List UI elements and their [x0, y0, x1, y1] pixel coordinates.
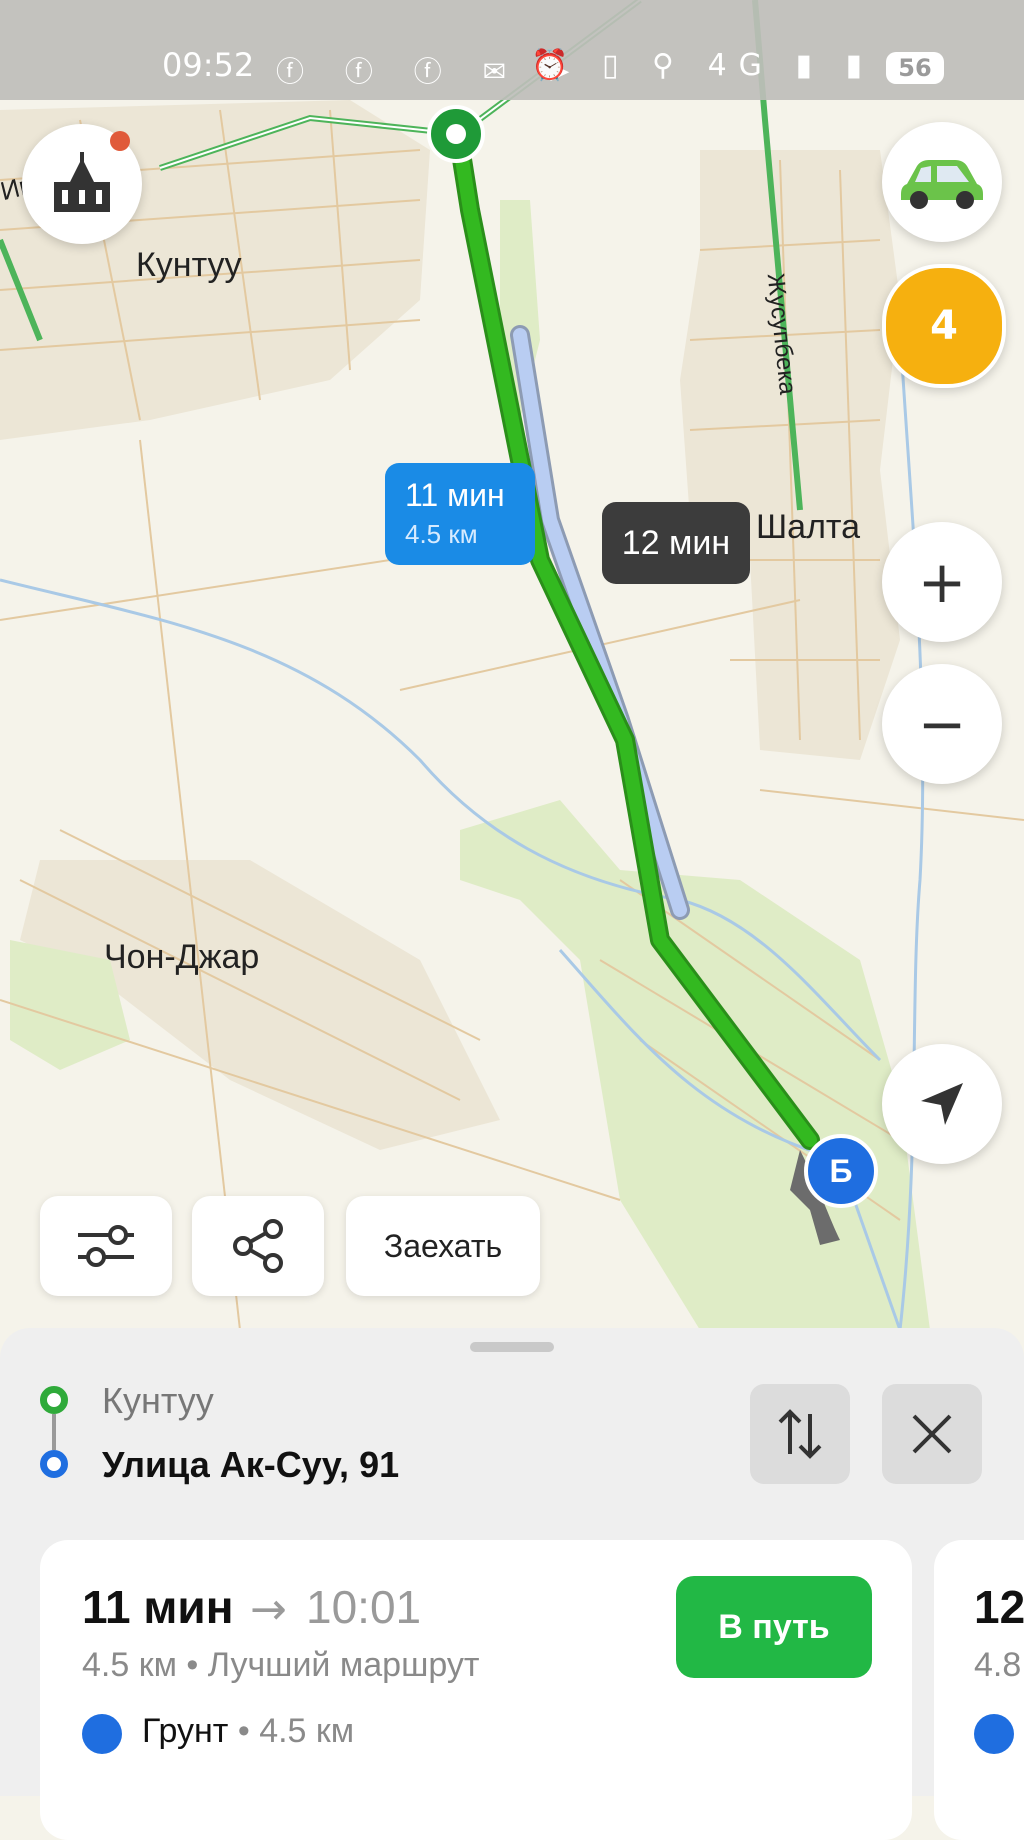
drive-through-button[interactable]: Заехать [346, 1196, 540, 1296]
traffic-score-badge[interactable]: 4 [882, 264, 1006, 388]
status-bar: 09:52 ⓕ ⓕ ⓕ ✉ ➤ ⏰ ▯ ⚲ 4G ▮ ▮ 56 [0, 0, 1024, 100]
primary-route-distance: 4.5 км [405, 519, 478, 549]
map-view[interactable] [0, 0, 1024, 1330]
arrival-time: 10:01 [306, 1581, 422, 1633]
start-navigation-button[interactable]: В путь [676, 1576, 872, 1678]
minus-icon: − [917, 690, 967, 758]
car-icon [901, 160, 983, 209]
place-label-chon-djar: Чон-Джар [104, 938, 260, 976]
plus-icon: + [917, 548, 967, 616]
route-card-alternative[interactable]: 12 4.8 [934, 1540, 1024, 1840]
status-time: 09:52 [162, 46, 255, 84]
drive-through-label: Заехать [383, 1227, 503, 1264]
transport-mode-button[interactable] [882, 122, 1002, 242]
my-location-button[interactable] [882, 1044, 1002, 1164]
navigation-arrow-icon [921, 1083, 963, 1125]
close-icon [912, 1414, 952, 1454]
route-settings-button[interactable] [40, 1196, 172, 1296]
destination-field[interactable]: Улица Ак-Суу, 91 [102, 1444, 399, 1486]
road-type-info: Грунт • 4.5 км [142, 1712, 354, 1751]
origin-dot-icon [40, 1386, 68, 1414]
origin-field[interactable]: Кунтуу [102, 1380, 214, 1422]
route-duration: 11 мин [82, 1581, 234, 1633]
sheet-drag-handle[interactable] [470, 1342, 554, 1352]
zoom-out-button[interactable]: − [882, 664, 1002, 784]
place-label-shalta: Шалта [756, 508, 861, 546]
arrow-right-icon: → [250, 1584, 287, 1635]
alt-road-type-icon [974, 1714, 1014, 1754]
road-type-distance: • 4.5 км [237, 1712, 355, 1750]
route-summary: 4.5 км • Лучший маршрут [82, 1646, 480, 1684]
share-route-button[interactable] [192, 1196, 324, 1296]
alt-route-bubble[interactable]: 12 мин [602, 502, 750, 584]
zoom-in-button[interactable]: + [882, 522, 1002, 642]
sliders-icon [78, 1225, 134, 1267]
swap-arrows-icon [778, 1409, 822, 1459]
route-connector [52, 1414, 56, 1450]
road-type-icon [82, 1714, 122, 1754]
building-icon [54, 152, 110, 212]
share-icon [233, 1219, 283, 1273]
route-card-primary[interactable]: 11 мин → 10:01 4.5 км • Лучший маршрут Г… [40, 1540, 912, 1840]
primary-route-bubble[interactable]: 11 мин 4.5 км [385, 463, 535, 565]
notification-dot [110, 131, 130, 151]
alt-route-duration: 12 [974, 1581, 1024, 1633]
route-bottom-sheet: Кунтуу Улица Ак-Суу, 91 11 мин → 10:01 4… [0, 1328, 1024, 1840]
close-route-button[interactable] [882, 1384, 982, 1484]
primary-route-time: 11 мин [405, 477, 505, 513]
destination-marker[interactable]: Б [804, 1134, 878, 1208]
battery-icon: 56 [886, 52, 944, 84]
road-type-label: Грунт [142, 1712, 229, 1750]
place-label-kuntuu: Кунтуу [136, 246, 242, 284]
destination-dot-icon [40, 1450, 68, 1478]
swap-route-button[interactable] [750, 1384, 850, 1484]
system-status-icons: ⏰ ▯ ⚲ 4G ▮ ▮ [531, 48, 874, 83]
alt-route-summary: 4.8 [974, 1646, 1022, 1684]
